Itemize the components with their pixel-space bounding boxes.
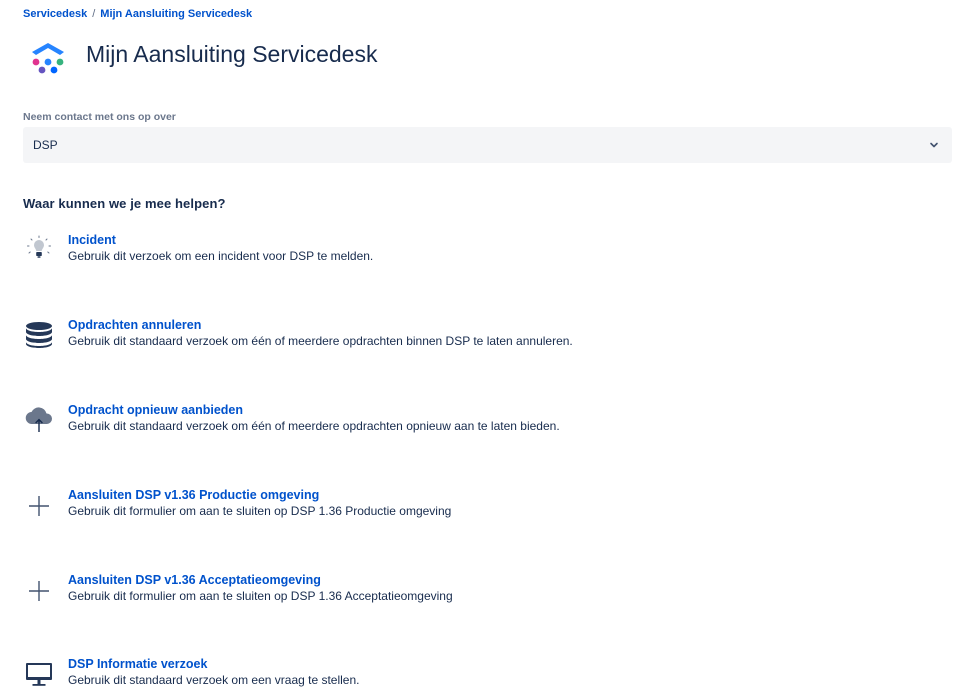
request-description: Gebruik dit verzoek om een incident voor…	[68, 249, 374, 263]
request-title[interactable]: Incident	[68, 233, 373, 248]
request-type-aansluiten-productie[interactable]: Aansluiten DSP v1.36 Productie omgeving …	[23, 488, 451, 520]
request-title[interactable]: Aansluiten DSP v1.36 Productie omgeving	[68, 488, 451, 503]
contact-select[interactable]: DSP	[23, 127, 952, 163]
request-type-opdrachten-annuleren[interactable]: Opdrachten annuleren Gebruik dit standaa…	[23, 318, 573, 350]
servicedesk-logo-icon	[32, 43, 64, 74]
breadcrumb: Servicedesk / Mijn Aansluiting Servicedesk	[23, 8, 252, 20]
request-type-opdracht-opnieuw-aanbieden[interactable]: Opdracht opnieuw aanbieden Gebruik dit s…	[23, 403, 560, 435]
request-description: Gebruik dit standaard verzoek om één of …	[68, 419, 560, 433]
request-description: Gebruik dit formulier om aan te sluiten …	[68, 504, 452, 518]
plus-icon	[29, 496, 49, 516]
help-heading: Waar kunnen we je mee helpen?	[23, 196, 226, 211]
lightbulb-icon	[27, 235, 51, 258]
breadcrumb-separator: /	[92, 8, 96, 20]
request-title[interactable]: DSP Informatie verzoek	[68, 657, 360, 672]
breadcrumb-link-servicedesk[interactable]: Servicedesk	[23, 8, 87, 20]
contact-label: Neem contact met ons op over	[23, 111, 176, 123]
page-header: Mijn Aansluiting Servicedesk	[26, 32, 377, 76]
cloud-upload-icon	[25, 407, 53, 432]
plus-icon	[29, 581, 49, 601]
contact-select-value: DSP	[33, 138, 58, 152]
chevron-down-icon	[930, 142, 938, 148]
request-description: Gebruik dit standaard verzoek om een vra…	[68, 673, 360, 687]
request-type-incident[interactable]: Incident Gebruik dit verzoek om een inci…	[23, 233, 373, 265]
database-icon	[26, 322, 52, 348]
breadcrumb-link-current[interactable]: Mijn Aansluiting Servicedesk	[100, 8, 252, 20]
request-description: Gebruik dit standaard verzoek om één of …	[68, 334, 573, 348]
request-title[interactable]: Aansluiten DSP v1.36 Acceptatieomgeving	[68, 573, 453, 588]
request-type-aansluiten-acceptatie[interactable]: Aansluiten DSP v1.36 Acceptatieomgeving …	[23, 573, 453, 605]
request-title[interactable]: Opdrachten annuleren	[68, 318, 573, 333]
request-type-dsp-informatie-verzoek[interactable]: DSP Informatie verzoek Gebruik dit stand…	[23, 657, 360, 689]
request-title[interactable]: Opdracht opnieuw aanbieden	[68, 403, 560, 418]
monitor-icon	[26, 663, 52, 686]
page-title: Mijn Aansluiting Servicedesk	[86, 40, 378, 67]
request-description: Gebruik dit formulier om aan te sluiten …	[68, 589, 453, 603]
